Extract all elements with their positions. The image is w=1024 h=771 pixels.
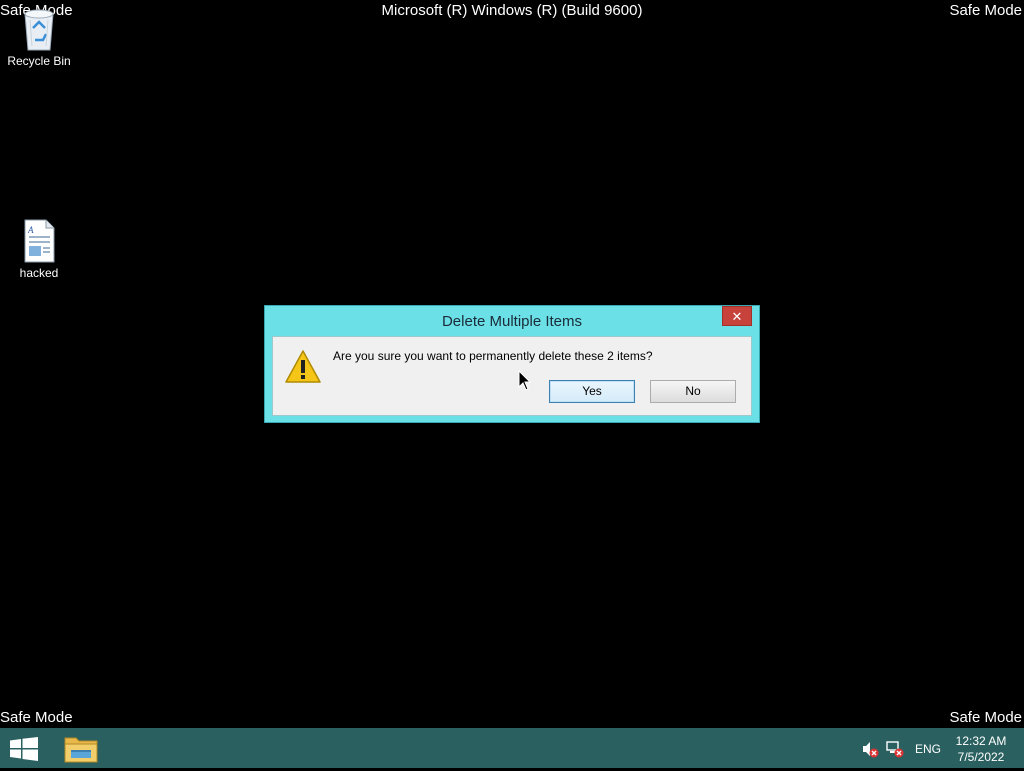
language-indicator[interactable]: ENG [915,742,941,756]
svg-text:A: A [27,225,34,235]
yes-button[interactable]: Yes [549,380,635,403]
build-label: Microsoft (R) Windows (R) (Build 9600) [381,2,643,19]
windows-logo-icon [10,737,38,761]
dialog-message: Are you sure you want to permanently del… [333,349,653,363]
dialog-body: Are you sure you want to permanently del… [272,336,752,416]
start-button[interactable] [10,737,38,761]
close-button[interactable]: ✕ [722,306,752,326]
recycle-bin-label: Recycle Bin [7,54,71,68]
document-icon: A [19,218,59,264]
desktop-icon-recycle-bin[interactable]: Recycle Bin [0,6,78,68]
no-button[interactable]: No [650,380,736,403]
clock-time: 12:32 AM [955,734,1007,748]
file-explorer-button[interactable] [62,732,100,766]
delete-confirmation-dialog: Delete Multiple Items ✕ Are you sure you… [264,305,760,423]
clock-date: 7/5/2022 [957,750,1005,764]
desktop-icon-hacked[interactable]: A hacked [0,218,78,280]
folder-icon [64,737,98,763]
recycle-bin-icon [19,6,59,52]
safe-mode-label-bottom-left: Safe Mode [0,709,73,726]
clock[interactable]: 12:32 AM 7/5/2022 [948,733,1014,765]
safe-mode-label-top-right: Safe Mode [949,2,1022,19]
network-disconnected-icon[interactable] [886,740,904,758]
warning-icon [284,349,322,385]
safe-mode-label-bottom-right: Safe Mode [949,709,1022,726]
hacked-file-label: hacked [19,266,59,280]
taskbar: ENG 12:32 AM 7/5/2022 [0,728,1024,768]
mouse-cursor [518,369,532,397]
volume-muted-icon[interactable] [861,740,879,758]
dialog-title: Delete Multiple Items [441,313,583,330]
